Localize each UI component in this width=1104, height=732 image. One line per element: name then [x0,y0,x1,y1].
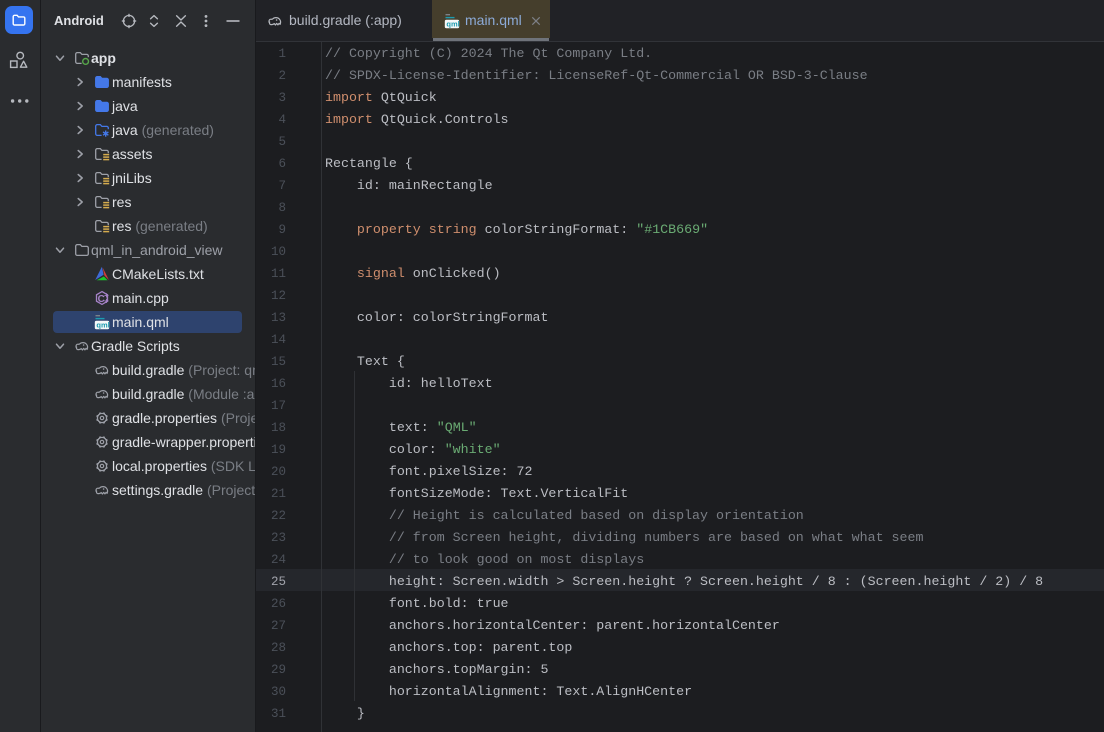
svg-text:+: + [104,296,109,305]
svg-text:qml: qml [446,19,459,28]
svg-text:qml: qml [96,320,109,329]
